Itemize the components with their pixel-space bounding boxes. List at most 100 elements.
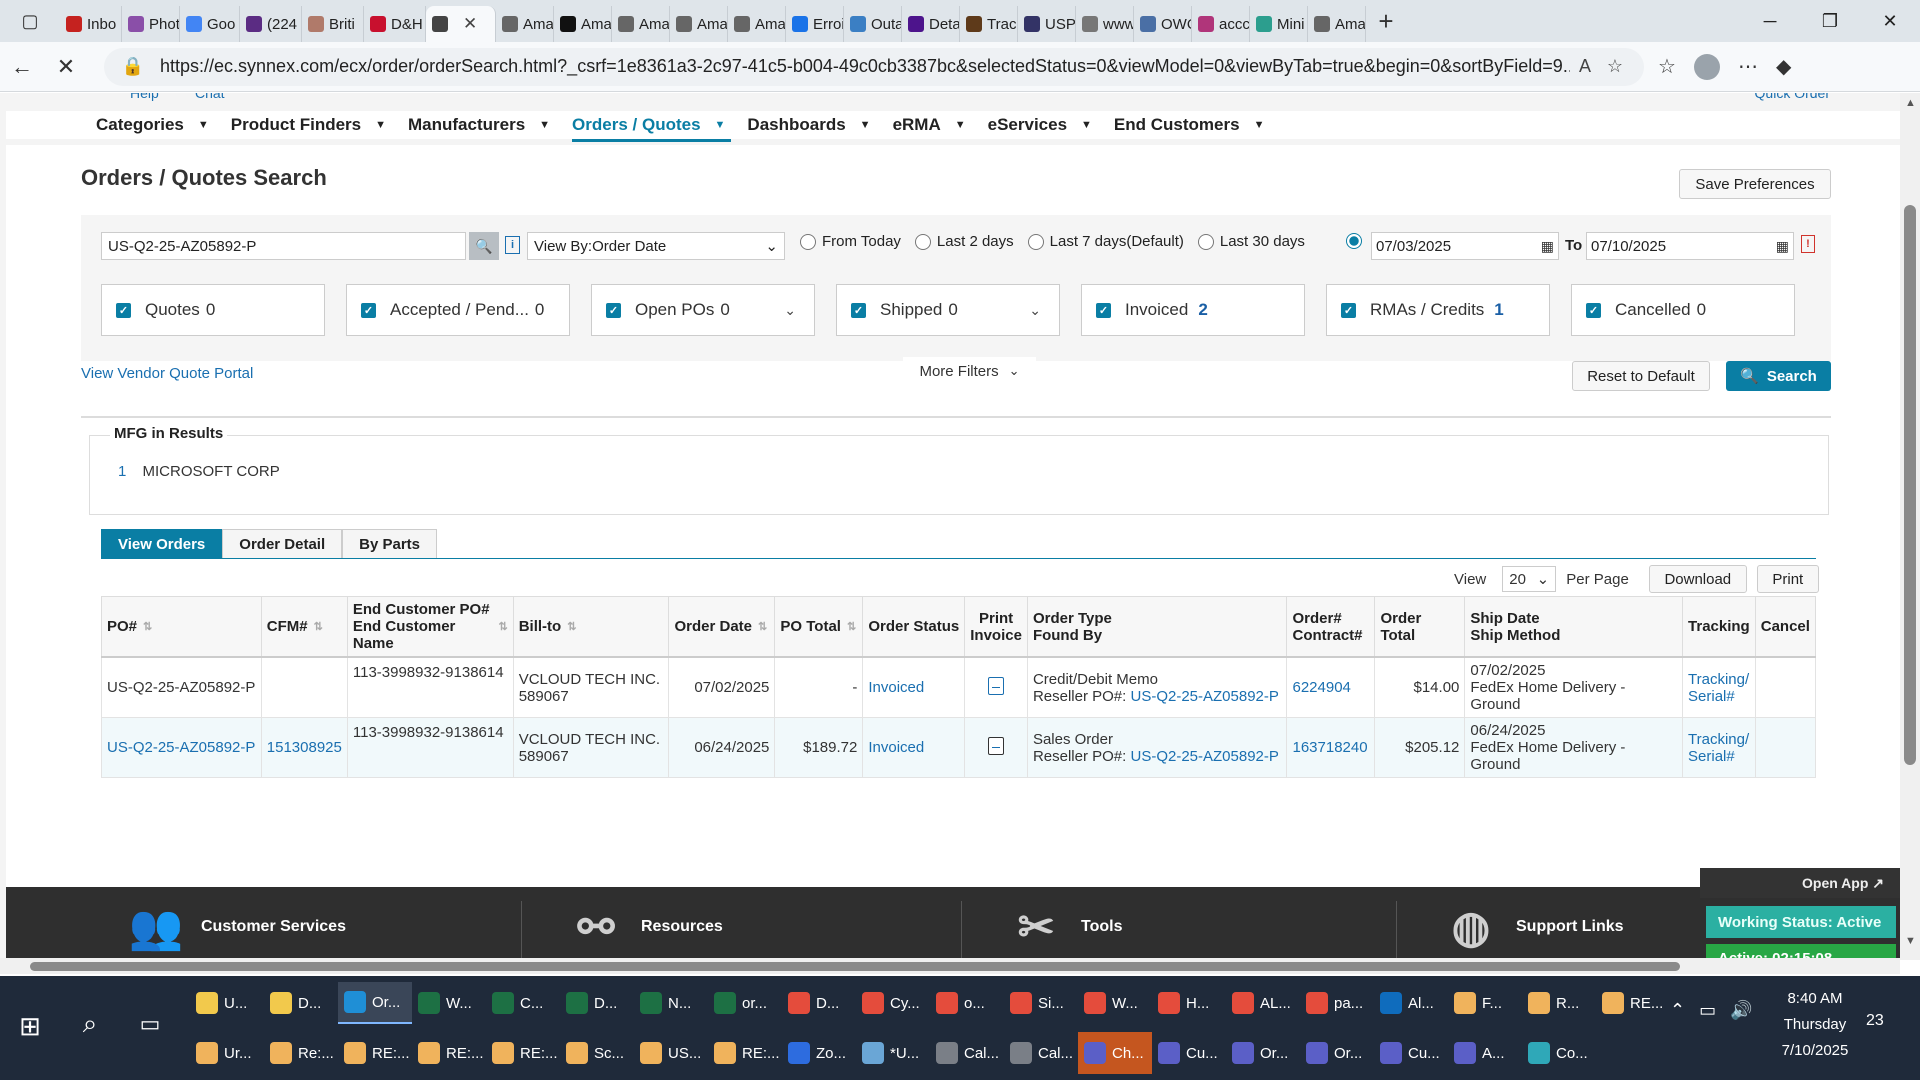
browser-tab[interactable]: www [1076,6,1134,42]
taskbar-app[interactable]: Cu... [1152,1032,1226,1074]
taskbar-app[interactable]: Or... [1300,1032,1374,1074]
nav-item[interactable]: Manufacturers ▼ [408,111,550,139]
column-header[interactable]: Bill-to ⇅ [512,596,670,658]
found-by-link[interactable]: US-Q2-25-AZ05892-P [1130,688,1278,705]
chat-link[interactable]: Chat [195,93,225,101]
taskbar-app[interactable]: Ch... [1078,1032,1152,1074]
column-header[interactable]: Order Date ⇅ [668,596,776,658]
windows-start-icon[interactable]: ⊞ [10,1006,50,1046]
download-button[interactable]: Download [1648,565,1747,593]
status-filter-card[interactable]: ✓ Invoiced 2 [1081,284,1305,336]
taskbar-app[interactable]: Cal... [930,1032,1004,1074]
nav-item[interactable]: eRMA ▼ [893,111,966,139]
status-filter-card[interactable]: ✓ Quotes 0 [101,284,325,336]
checkbox-checked-icon[interactable]: ✓ [606,302,621,318]
notifications-icon[interactable]: 23 [1866,1012,1884,1030]
browser-tab[interactable]: Ama [728,6,786,42]
taskbar-app[interactable]: Co... [1522,1032,1596,1074]
checkbox-checked-icon[interactable]: ✓ [1341,302,1356,318]
taskbar-app[interactable]: Zo... [782,1032,856,1074]
order-status-link[interactable]: Invoiced [868,679,924,696]
order-number-link[interactable]: 163718240 [1292,739,1367,756]
browser-tab[interactable]: Ama [554,6,612,42]
taskbar-app[interactable]: Or... [338,982,412,1024]
nav-item[interactable]: End Customers ▼ [1114,111,1265,139]
serial-link[interactable]: Serial# [1688,748,1750,765]
save-preferences-button[interactable]: Save Preferences [1679,169,1831,199]
taskbar-clock[interactable]: 8:40 AM Thursday 7/10/2025 [1760,986,1870,1064]
nav-item[interactable]: Orders / Quotes ▼ [572,111,732,142]
taskbar-app[interactable]: RE:... [486,1032,560,1074]
open-app-button[interactable]: Open App ↗ [1700,868,1900,898]
browser-tab[interactable]: USP [1018,6,1076,42]
horizontal-scrollbar[interactable] [0,958,1900,974]
more-filters-toggle[interactable]: More Filters ⌄ [903,357,1036,385]
browser-tab[interactable]: Erroi [786,6,844,42]
taskbar-app[interactable]: W... [1078,982,1152,1024]
footer-column[interactable]: 👥 Customer Services [121,897,346,957]
checkbox-checked-icon[interactable]: ✓ [116,302,131,318]
taskbar-app[interactable]: o... [930,982,1004,1024]
status-filter-card[interactable]: ✓ Cancelled 0 [1571,284,1795,336]
browser-tab[interactable]: ✕ [426,6,496,42]
taskbar-app[interactable]: Or... [1226,1032,1300,1074]
taskbar-app[interactable]: C... [486,982,560,1024]
taskbar-app[interactable]: A... [1448,1032,1522,1074]
tray-expand-icon[interactable]: ⌃ [1670,1000,1685,1021]
sort-icon[interactable]: ⇅ [143,620,152,633]
serial-link[interactable]: Serial# [1688,688,1750,705]
search-input[interactable]: US-Q2-25-AZ05892-P [101,232,466,260]
scroll-down-icon[interactable]: ▼ [1905,935,1916,947]
browser-tab[interactable]: Trac [960,6,1018,42]
quick-order-link[interactable]: Quick Order [1755,93,1830,101]
taskbar-app[interactable]: N... [634,982,708,1024]
taskbar-app[interactable]: H... [1152,982,1226,1024]
taskbar-app[interactable]: or... [708,982,782,1024]
favorites-icon[interactable]: ☆ [1658,54,1676,79]
taskbar-app[interactable]: pa... [1300,982,1374,1024]
browser-tab[interactable]: (224 [240,6,302,42]
sort-icon[interactable]: ⇅ [847,620,856,633]
omnibox[interactable]: 🔒 https://ec.synnex.com/ecx/order/orderS… [104,47,1644,86]
custom-range-radio[interactable] [1346,233,1368,249]
date-to-field[interactable]: 07/10/2025 ▦ [1586,232,1794,260]
scroll-up-icon[interactable]: ▲ [1905,97,1916,109]
status-filter-card[interactable]: ✓ Open POs 0 ⌄ [591,284,815,336]
date-range-radio[interactable]: Last 2 days [914,233,1014,250]
taskbar-app[interactable]: AL... [1226,982,1300,1024]
status-filter-card[interactable]: ✓ Shipped 0 ⌄ [836,284,1060,336]
browser-tab[interactable]: accc [1192,6,1250,42]
help-link[interactable]: Help [130,93,159,101]
date-range-radio[interactable]: Last 30 days [1197,233,1305,250]
checkbox-checked-icon[interactable]: ✓ [361,302,376,318]
taskbar-app[interactable]: RE:... [708,1032,782,1074]
back-button[interactable]: ← [0,45,44,89]
tracking-link[interactable]: Tracking/ [1688,731,1750,748]
taskbar-app[interactable]: F... [1448,982,1522,1024]
checkbox-checked-icon[interactable]: ✓ [1586,302,1601,318]
tracking-link[interactable]: Tracking/ [1688,671,1750,688]
taskbar-app[interactable]: Cy... [856,982,930,1024]
view-by-select[interactable]: View By:Order Date ⌄ [527,232,785,260]
browser-tab[interactable]: Ama [612,6,670,42]
results-tab[interactable]: By Parts [342,529,438,559]
taskbar-app[interactable]: *U... [856,1032,930,1074]
nav-item[interactable]: Product Finders ▼ [231,111,386,139]
invoice-color-icon[interactable] [988,676,1005,695]
tab-actions-icon[interactable]: ▢ [0,0,60,42]
chevron-down-icon[interactable]: ⌄ [1029,302,1041,319]
taskbar-app[interactable]: US... [634,1032,708,1074]
alert-icon[interactable]: ! [1801,235,1815,253]
calendar-icon[interactable]: ▦ [1541,238,1554,255]
taskbar-app[interactable]: RE... [1596,982,1670,1024]
volume-icon[interactable]: 🔊 [1730,1000,1752,1021]
print-button[interactable]: Print [1756,565,1819,593]
read-aloud-icon[interactable]: A [1570,56,1600,77]
column-header[interactable]: PO Total ⇅ [774,596,864,658]
copilot-icon[interactable]: ◆ [1776,54,1791,79]
more-menu-icon[interactable]: ⋯ [1738,54,1758,79]
found-by-link[interactable]: US-Q2-25-AZ05892-P [1130,748,1278,765]
taskbar-app[interactable]: Re:... [264,1032,338,1074]
date-range-radio[interactable]: Last 7 days(Default) [1027,233,1184,250]
browser-tab[interactable]: Mini [1250,6,1308,42]
